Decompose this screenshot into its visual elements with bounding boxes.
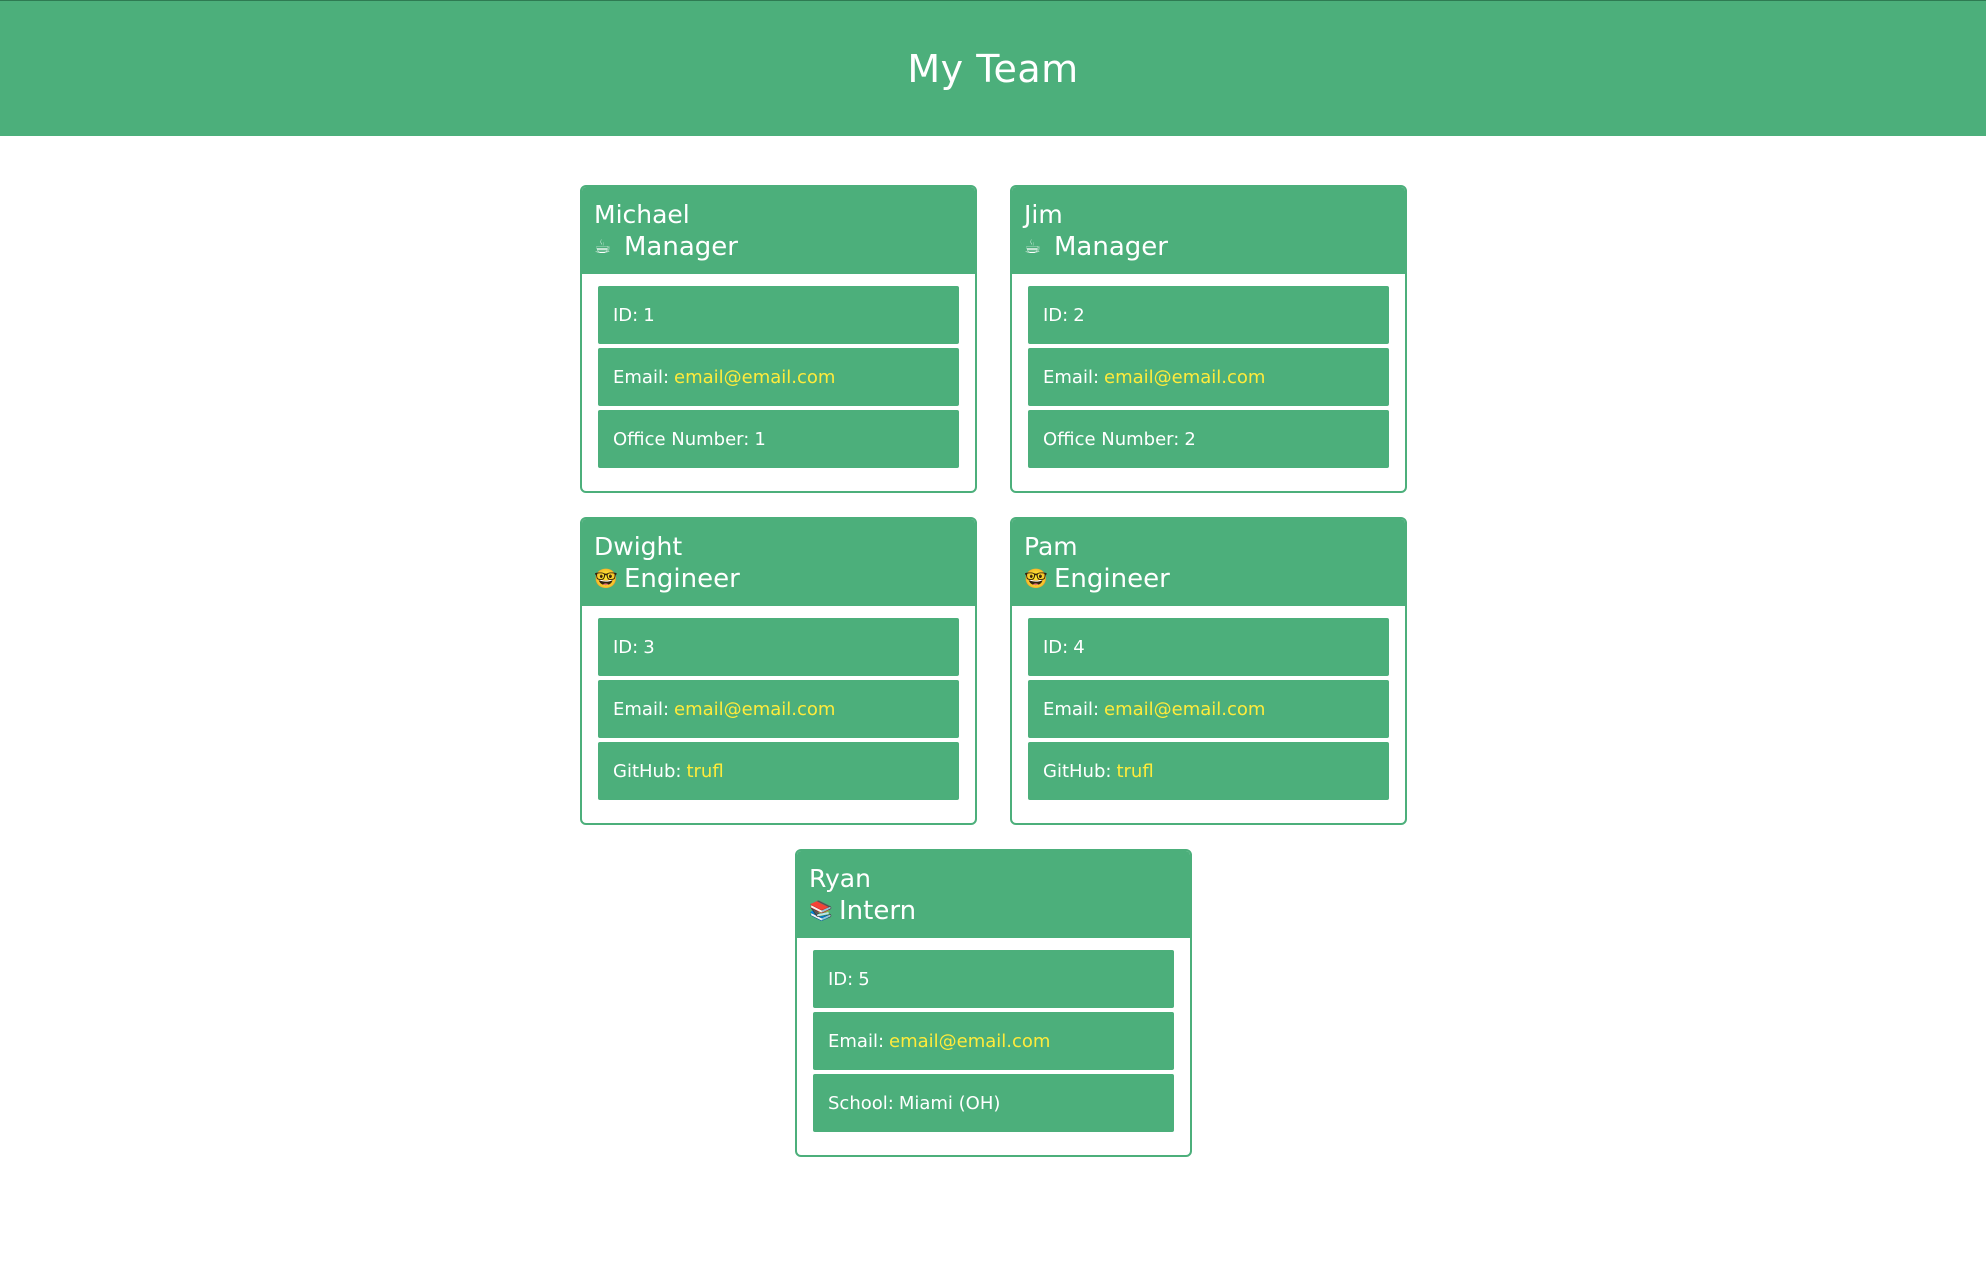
coffee-icon: ☕ <box>594 236 612 258</box>
card-header: Michael ☕ Manager <box>582 187 975 274</box>
email-label: Email: <box>613 366 670 388</box>
card-header: Pam 🤓 Engineer <box>1012 519 1405 606</box>
card-header: Dwight 🤓 Engineer <box>582 519 975 606</box>
card-header: Jim ☕ Manager <box>1012 187 1405 274</box>
card-details: ID: 2 Email: email@email.com Office Numb… <box>1012 274 1405 468</box>
role-label: Manager <box>1054 232 1168 262</box>
employee-name: Michael <box>594 200 690 229</box>
school-row: School: Miami (OH) <box>813 1074 1174 1132</box>
employee-role: 📚 Intern <box>809 895 1178 927</box>
office-number-row: Office Number: 1 <box>598 410 959 468</box>
office-number-label: Office Number: <box>1043 428 1180 450</box>
employee-role: ☕ Manager <box>594 231 963 263</box>
id-row: ID: 1 <box>598 286 959 344</box>
card-header: Ryan 📚 Intern <box>797 851 1190 938</box>
github-row: GitHub: trufl <box>598 742 959 800</box>
employee-name: Jim <box>1024 200 1063 229</box>
id-value: 2 <box>1073 304 1085 326</box>
page-header: My Team <box>0 0 1986 136</box>
email-row: Email: email@email.com <box>1028 348 1389 406</box>
id-row: ID: 4 <box>1028 618 1389 676</box>
card-details: ID: 4 Email: email@email.com GitHub: tru… <box>1012 606 1405 800</box>
id-label: ID: <box>613 636 639 658</box>
email-row: Email: email@email.com <box>1028 680 1389 738</box>
github-row: GitHub: trufl <box>1028 742 1389 800</box>
id-value: 3 <box>643 636 655 658</box>
coffee-icon: ☕ <box>1024 236 1042 258</box>
employee-card: Jim ☕ Manager ID: 2 Email: email@email.c… <box>1010 185 1407 493</box>
employee-card: Ryan 📚 Intern ID: 5 Email: email@email.c… <box>795 849 1192 1157</box>
school-label: School: <box>828 1092 894 1114</box>
role-label: Manager <box>624 232 738 262</box>
nerd-face-icon: 🤓 <box>1024 568 1048 590</box>
email-link[interactable]: email@email.com <box>1104 367 1265 388</box>
id-value: 5 <box>858 968 870 990</box>
id-row: ID: 3 <box>598 618 959 676</box>
employee-role: 🤓 Engineer <box>1024 563 1393 595</box>
id-row: ID: 5 <box>813 950 1174 1008</box>
employee-card: Michael ☕ Manager ID: 1 Email: email@ema… <box>580 185 977 493</box>
office-number-value: 1 <box>754 428 766 450</box>
role-label: Engineer <box>624 564 740 594</box>
id-value: 4 <box>1073 636 1085 658</box>
github-link[interactable]: trufl <box>686 761 723 782</box>
card-details: ID: 3 Email: email@email.com GitHub: tru… <box>582 606 975 800</box>
email-row: Email: email@email.com <box>813 1012 1174 1070</box>
books-icon: 📚 <box>809 900 833 922</box>
email-label: Email: <box>613 698 670 720</box>
id-row: ID: 2 <box>1028 286 1389 344</box>
id-label: ID: <box>1043 636 1069 658</box>
email-link[interactable]: email@email.com <box>674 699 835 720</box>
employee-role: 🤓 Engineer <box>594 563 963 595</box>
card-details: ID: 5 Email: email@email.com School: Mia… <box>797 938 1190 1132</box>
email-link[interactable]: email@email.com <box>674 367 835 388</box>
email-label: Email: <box>1043 366 1100 388</box>
employee-name: Pam <box>1024 532 1078 561</box>
github-label: GitHub: <box>613 760 682 782</box>
email-label: Email: <box>828 1030 885 1052</box>
id-label: ID: <box>1043 304 1069 326</box>
office-number-row: Office Number: 2 <box>1028 410 1389 468</box>
github-link[interactable]: trufl <box>1116 761 1153 782</box>
email-row: Email: email@email.com <box>598 348 959 406</box>
email-label: Email: <box>1043 698 1100 720</box>
id-value: 1 <box>643 304 655 326</box>
office-number-label: Office Number: <box>613 428 750 450</box>
id-label: ID: <box>613 304 639 326</box>
employee-card: Dwight 🤓 Engineer ID: 3 Email: email@ema… <box>580 517 977 825</box>
employee-name: Ryan <box>809 864 871 893</box>
employee-name: Dwight <box>594 532 683 561</box>
email-link[interactable]: email@email.com <box>1104 699 1265 720</box>
office-number-value: 2 <box>1184 428 1196 450</box>
nerd-face-icon: 🤓 <box>594 568 618 590</box>
id-label: ID: <box>828 968 854 990</box>
card-details: ID: 1 Email: email@email.com Office Numb… <box>582 274 975 468</box>
employee-role: ☕ Manager <box>1024 231 1393 263</box>
email-link[interactable]: email@email.com <box>889 1031 1050 1052</box>
github-label: GitHub: <box>1043 760 1112 782</box>
school-value: Miami (OH) <box>898 1092 1001 1114</box>
page-title: My Team <box>907 46 1079 91</box>
role-label: Engineer <box>1054 564 1170 594</box>
email-row: Email: email@email.com <box>598 680 959 738</box>
role-label: Intern <box>839 896 917 926</box>
employee-card: Pam 🤓 Engineer ID: 4 Email: email@email.… <box>1010 517 1407 825</box>
